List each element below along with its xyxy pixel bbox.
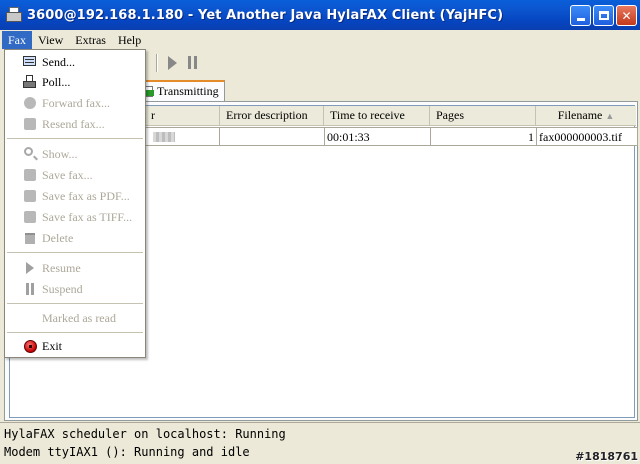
window-title: 3600@192.168.1.180 - Yet Another Java Hy… bbox=[27, 7, 504, 23]
filename-header-label: Filename bbox=[557, 108, 603, 122]
play-icon bbox=[168, 56, 177, 70]
tab-label: Transmitting bbox=[157, 84, 219, 98]
toolbar-separator bbox=[156, 54, 158, 72]
menu-bar: Fax View Extras Help bbox=[0, 30, 640, 50]
maximize-button[interactable] bbox=[593, 5, 614, 26]
minimize-button[interactable] bbox=[570, 5, 591, 26]
send-icon bbox=[22, 54, 38, 70]
column-header-filename[interactable]: Filename ▲ bbox=[536, 106, 636, 126]
play-icon bbox=[22, 260, 38, 276]
status-bar: HylaFAX scheduler on localhost: Running … bbox=[0, 422, 640, 464]
maximize-icon bbox=[598, 11, 609, 20]
save-tiff-icon bbox=[22, 209, 38, 225]
cell-pages: 1 bbox=[430, 127, 537, 146]
menu-item-show[interactable]: Show... bbox=[7, 144, 143, 164]
watermark: #1818761 bbox=[575, 450, 638, 463]
pause-icon bbox=[22, 281, 38, 297]
menu-fax[interactable]: Fax bbox=[2, 31, 32, 49]
menu-extras[interactable]: Extras bbox=[69, 31, 112, 49]
trash-icon bbox=[22, 230, 38, 246]
resend-icon bbox=[22, 116, 38, 132]
menu-item-poll[interactable]: Poll... bbox=[7, 72, 143, 92]
cell-error bbox=[219, 127, 325, 146]
menu-view[interactable]: View bbox=[32, 31, 69, 49]
menu-separator bbox=[7, 252, 143, 253]
cell-filename: fax000000003.tif bbox=[536, 127, 638, 146]
exit-icon bbox=[22, 338, 38, 354]
menu-item-exit[interactable]: Exit bbox=[7, 336, 143, 356]
menu-item-resend[interactable]: Resend fax... bbox=[7, 114, 143, 134]
poll-icon bbox=[22, 74, 38, 90]
search-icon bbox=[22, 146, 38, 162]
save-pdf-icon bbox=[22, 188, 38, 204]
forward-icon bbox=[22, 95, 38, 111]
menu-separator bbox=[7, 332, 143, 333]
menu-item-save-fax[interactable]: Save fax... bbox=[7, 165, 143, 185]
fax-app-icon bbox=[5, 6, 23, 24]
pause-icon bbox=[188, 56, 200, 69]
tab-transmitting[interactable]: Transmitting bbox=[140, 80, 225, 101]
menu-item-forward[interactable]: Forward fax... bbox=[7, 93, 143, 113]
menu-item-resume[interactable]: Resume bbox=[7, 258, 143, 278]
column-header-pages[interactable]: Pages bbox=[430, 106, 536, 126]
column-header-error[interactable]: Error description bbox=[220, 106, 324, 126]
column-header-time[interactable]: Time to receive bbox=[324, 106, 430, 126]
minimize-icon bbox=[576, 18, 585, 21]
cell-time: 00:01:33 bbox=[324, 127, 431, 146]
menu-item-delete[interactable]: Delete bbox=[7, 228, 143, 248]
status-modem: Modem ttyIAX1 (): Running and idle bbox=[4, 445, 250, 459]
menu-item-save-pdf[interactable]: Save fax as PDF... bbox=[7, 186, 143, 206]
title-bar: 3600@192.168.1.180 - Yet Another Java Hy… bbox=[0, 0, 640, 30]
status-scheduler: HylaFAX scheduler on localhost: Running bbox=[4, 427, 286, 441]
close-button[interactable]: ✕ bbox=[616, 5, 637, 26]
menu-item-suspend[interactable]: Suspend bbox=[7, 279, 143, 299]
menu-help[interactable]: Help bbox=[112, 31, 147, 49]
sort-ascending-icon: ▲ bbox=[605, 111, 615, 121]
menu-separator bbox=[7, 138, 143, 139]
menu-separator bbox=[7, 303, 143, 304]
menu-item-save-tiff[interactable]: Save fax as TIFF... bbox=[7, 207, 143, 227]
close-icon: ✕ bbox=[621, 8, 632, 23]
menu-item-send[interactable]: Send... bbox=[7, 52, 143, 72]
redacted-text bbox=[153, 132, 175, 142]
menu-item-marked-read[interactable]: Marked as read bbox=[7, 308, 143, 328]
save-icon bbox=[22, 167, 38, 183]
fax-menu-dropdown: Send... Poll... Forward fax... Resend fa… bbox=[4, 49, 146, 358]
resume-toolbar-button[interactable] bbox=[164, 55, 180, 71]
suspend-toolbar-button[interactable] bbox=[184, 55, 200, 71]
